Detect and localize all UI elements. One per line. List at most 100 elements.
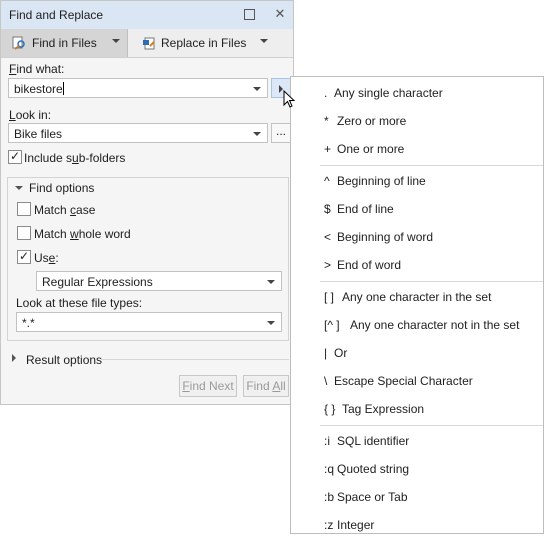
chevron-down-icon[interactable] (260, 39, 268, 43)
regex-menu: . Any single character * Zero or more + One o… (290, 76, 544, 534)
regex-menu-item[interactable]: :z Integer (291, 511, 543, 537)
regex-token: $ (324, 202, 331, 216)
regex-menu-item[interactable]: [^ ] Any one character not in the set (291, 311, 543, 337)
regex-menu-item[interactable]: $ End of line (291, 195, 543, 221)
regex-menu-item[interactable]: * Zero or more (291, 107, 543, 133)
match-case-checkbox[interactable] (17, 202, 31, 216)
search-mode-combobox[interactable]: Regular Expressions (36, 271, 282, 291)
browse-button[interactable]: ... (271, 123, 291, 143)
find-next-button[interactable]: Find Next (179, 375, 237, 397)
mouse-cursor-icon (283, 90, 296, 108)
regex-token: > (324, 258, 332, 272)
regex-description: End of line (337, 202, 394, 216)
regex-token: [ ] (324, 290, 335, 304)
include-subfolders-checkbox[interactable]: ✓ (8, 149, 22, 164)
regex-menu-item[interactable]: [ ] Any one character in the set (291, 283, 543, 309)
find-all-button[interactable]: Find All (243, 375, 289, 397)
title-bar: Find and Replace ✕ (1, 1, 293, 30)
regex-description: Integer (337, 518, 375, 532)
regex-token: < (324, 230, 332, 244)
regex-token: \ (324, 374, 328, 388)
regex-description: Beginning of word (337, 230, 434, 244)
regex-menu-item[interactable]: :q Quoted string (291, 455, 543, 481)
regex-description: Zero or more (337, 114, 407, 128)
find-options-header[interactable]: Find options (29, 181, 94, 195)
match-case-label: Match case (34, 203, 96, 217)
regex-menu-item[interactable]: \ Escape Special Character (291, 367, 543, 393)
restore-icon[interactable] (241, 6, 257, 22)
mode-tabs: Find in Files Replace in Files (1, 29, 293, 58)
regex-description: Space or Tab (337, 490, 408, 504)
regex-token: :q (324, 462, 335, 476)
menu-separator (320, 425, 543, 426)
use-checkbox[interactable]: ✓ (17, 249, 31, 264)
tab-find-in-files[interactable]: Find in Files (1, 29, 128, 57)
regex-token: . (324, 86, 328, 100)
file-types-combobox[interactable]: *.* (16, 312, 282, 332)
regex-token: * (324, 114, 329, 128)
chevron-down-icon[interactable] (253, 87, 261, 91)
regex-description: Or (334, 346, 348, 360)
close-icon[interactable]: ✕ (273, 7, 287, 21)
regex-description: Any single character (334, 86, 443, 100)
chevron-down-icon[interactable] (112, 39, 120, 43)
regex-menu-item[interactable]: > End of word (291, 251, 543, 277)
include-subfolders-label: Include sub-folders (24, 151, 126, 165)
regex-description: Any one character not in the set (350, 318, 520, 332)
tab-replace-in-files[interactable]: Replace in Files (129, 29, 293, 57)
regex-description: Escape Special Character (334, 374, 473, 388)
find-replace-panel: Find and Replace ✕ Find in Files Replace… (0, 0, 294, 405)
regex-description: Quoted string (337, 462, 410, 476)
menu-separator (320, 165, 543, 166)
search-mode-value: Regular Expressions (42, 275, 153, 289)
find-options-group: Find options Match case Match whole word… (7, 177, 289, 341)
regex-token: ^ (324, 174, 330, 188)
regex-token: + (324, 142, 332, 156)
look-in-value: Bike files (14, 127, 63, 141)
collapse-icon[interactable] (15, 186, 23, 190)
chevron-down-icon[interactable] (267, 280, 275, 284)
regex-description: Beginning of line (337, 174, 426, 188)
use-label: Use: (34, 251, 59, 265)
regex-description: End of word (337, 258, 402, 272)
expand-icon[interactable] (12, 354, 16, 362)
checkmark-icon: ✓ (19, 249, 30, 263)
look-in-label: Look in: (9, 108, 52, 122)
menu-separator (320, 281, 543, 282)
find-what-combobox[interactable]: bikestore (8, 78, 268, 98)
result-options-header[interactable]: Result options (26, 353, 102, 367)
regex-token: [^ ] (324, 318, 340, 332)
regex-menu-item[interactable]: < Beginning of word (291, 223, 543, 249)
checkmark-icon: ✓ (10, 149, 21, 163)
window-title: Find and Replace (9, 8, 104, 22)
regex-description: SQL identifier (337, 434, 410, 448)
result-options-divider (101, 359, 289, 360)
regex-token: :b (324, 490, 335, 504)
regex-menu-item[interactable]: { } Tag Expression (291, 395, 543, 421)
find-what-label: Find what: (9, 62, 65, 76)
regex-menu-item[interactable]: :b Space or Tab (291, 483, 543, 509)
match-whole-word-label: Match whole word (34, 227, 131, 241)
regex-token: :i (324, 434, 330, 448)
regex-description: One or more (337, 142, 405, 156)
browse-label: ... (276, 124, 287, 138)
replace-in-files-icon (143, 37, 155, 50)
regex-token: { } (324, 402, 336, 416)
chevron-down-icon[interactable] (253, 132, 261, 136)
regex-token: :z (324, 518, 334, 532)
file-types-label: Look at these file types: (16, 296, 143, 310)
regex-menu-item[interactable]: | Or (291, 339, 543, 365)
match-whole-word-checkbox[interactable] (17, 226, 31, 240)
find-what-value: bikestore (14, 82, 63, 96)
regex-menu-item[interactable]: + One or more (291, 135, 543, 161)
regex-token: | (324, 346, 328, 360)
regex-menu-item[interactable]: ^ Beginning of line (291, 167, 543, 193)
find-in-files-icon (12, 36, 25, 50)
tab-label: Find in Files (32, 36, 97, 50)
file-types-value: *.* (22, 316, 35, 330)
regex-menu-item[interactable]: :i SQL identifier (291, 427, 543, 453)
regex-menu-item[interactable]: . Any single character (291, 79, 543, 105)
look-in-combobox[interactable]: Bike files (8, 123, 268, 143)
regex-description: Any one character in the set (342, 290, 492, 304)
chevron-down-icon[interactable] (267, 321, 275, 325)
